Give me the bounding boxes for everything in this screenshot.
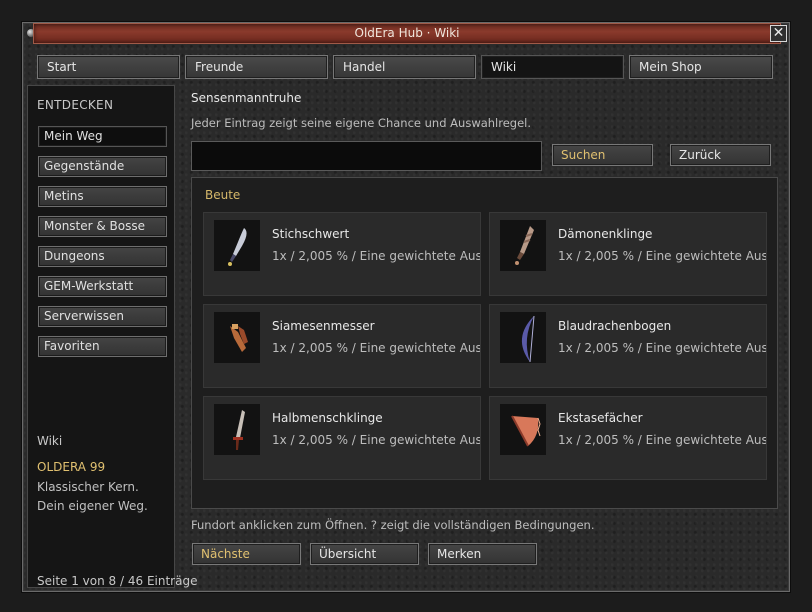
tagline-line-1: Klassischer Kern. (37, 480, 139, 494)
loot-card[interactable]: Halbmenschklinge 1x / 2,005 % / Eine gew… (203, 396, 481, 480)
title-bar[interactable]: OldEra Hub · Wiki (33, 23, 781, 44)
fan-icon (499, 403, 547, 456)
loot-card[interactable]: Dämonenklinge 1x / 2,005 % / Eine gewich… (489, 212, 767, 296)
item-drop-info: 1x / 2,005 % / Eine gewichtete Auswahl (558, 341, 767, 355)
twin-knife-icon (213, 311, 261, 364)
page-subtitle: Jeder Eintrag zeigt seine eigene Chance … (191, 116, 532, 130)
tagline-line-2: Dein eigener Weg. (37, 499, 148, 513)
item-name: Dämonenklinge (558, 227, 653, 241)
demon-blade-icon (499, 219, 547, 272)
overview-button[interactable]: Übersicht (310, 543, 419, 565)
item-drop-info: 1x / 2,005 % / Eine gewichtete Auswahl (558, 249, 767, 263)
page-status: Seite 1 von 8 / 46 Einträge (37, 574, 198, 588)
tab-handel[interactable]: Handel (333, 55, 476, 79)
sidebar: ENTDECKEN Mein Weg Gegenstände Metins Mo… (27, 85, 175, 588)
loot-card[interactable]: Siamesenmesser 1x / 2,005 % / Eine gewic… (203, 304, 481, 388)
window-title: OldEra Hub · Wiki (354, 26, 460, 40)
sword-icon (213, 219, 261, 272)
item-name: Stichschwert (272, 227, 350, 241)
tab-mein-shop[interactable]: Mein Shop (629, 55, 773, 79)
item-drop-info: 1x / 2,005 % / Eine gewichtete Auswahl (272, 433, 481, 447)
item-drop-info: 1x / 2,005 % / Eine gewichtete Auswahl (272, 249, 481, 263)
item-name: Ekstasefächer (558, 411, 643, 425)
tab-wiki[interactable]: Wiki (481, 55, 624, 79)
search-button[interactable]: Suchen (552, 144, 653, 166)
server-name: OLDERA 99 (37, 460, 106, 474)
back-button[interactable]: Zurück (670, 144, 771, 166)
wiki-window: OldEra Hub · Wiki ✕ Start Freunde Handel… (22, 22, 790, 592)
next-button[interactable]: Nächste (192, 543, 301, 565)
item-drop-info: 1x / 2,005 % / Eine gewichtete Auswahl (558, 433, 767, 447)
blade-icon (213, 403, 261, 456)
remember-button[interactable]: Merken (428, 543, 537, 565)
tab-start[interactable]: Start (37, 55, 180, 79)
sidebar-item-serverwissen[interactable]: Serverwissen (38, 306, 167, 327)
sidebar-item-metins[interactable]: Metins (38, 186, 167, 207)
item-drop-info: 1x / 2,005 % / Eine gewichtete Auswahl (272, 341, 481, 355)
loot-card[interactable]: Blaudrachenbogen 1x / 2,005 % / Eine gew… (489, 304, 767, 388)
search-input[interactable] (191, 141, 542, 171)
page-title: Sensenmanntruhe (191, 91, 302, 105)
sidebar-item-gegenstaende[interactable]: Gegenstände (38, 156, 167, 177)
loot-heading: Beute (205, 188, 241, 202)
sidebar-item-favoriten[interactable]: Favoriten (38, 336, 167, 357)
loot-card[interactable]: Stichschwert 1x / 2,005 % / Eine gewicht… (203, 212, 481, 296)
sidebar-item-gem-werkstatt[interactable]: GEM-Werkstatt (38, 276, 167, 297)
bow-icon (499, 311, 547, 364)
sidebar-heading: ENTDECKEN (37, 98, 114, 112)
sidebar-footer-title: Wiki (37, 434, 63, 448)
close-button[interactable]: ✕ (770, 25, 787, 42)
sidebar-item-mein-weg[interactable]: Mein Weg (38, 126, 167, 147)
item-name: Blaudrachenbogen (558, 319, 672, 333)
item-name: Halbmenschklinge (272, 411, 383, 425)
sidebar-item-dungeons[interactable]: Dungeons (38, 246, 167, 267)
hint-text: Fundort anklicken zum Öffnen. ? zeigt di… (191, 518, 595, 532)
loot-card[interactable]: Ekstasefächer 1x / 2,005 % / Eine gewich… (489, 396, 767, 480)
loot-panel: Beute Stichschwert 1x / 2,005 % / Eine g… (191, 177, 778, 509)
item-name: Siamesenmesser (272, 319, 375, 333)
sidebar-item-monster-bosse[interactable]: Monster & Bosse (38, 216, 167, 237)
tab-freunde[interactable]: Freunde (185, 55, 328, 79)
